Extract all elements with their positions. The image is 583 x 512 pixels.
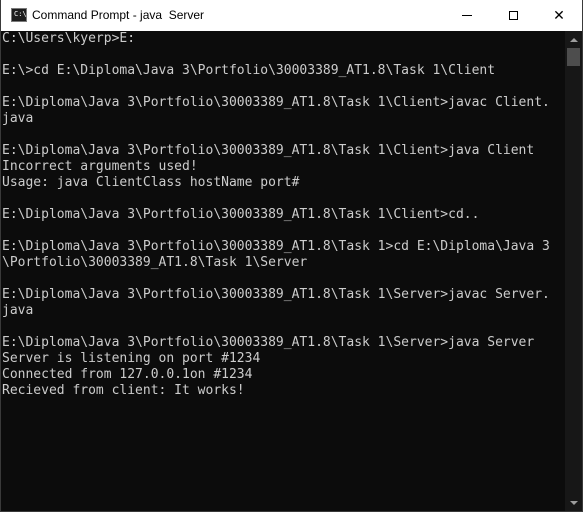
maximize-icon xyxy=(508,11,518,20)
console-line: Incorrect arguments used! xyxy=(2,159,198,174)
console-line: E:\Diploma\Java 3\Portfolio\30003389_AT1… xyxy=(2,287,550,302)
scroll-down-button[interactable] xyxy=(565,494,582,511)
vertical-scrollbar[interactable] xyxy=(565,31,582,511)
minimize-icon xyxy=(462,15,472,16)
minimize-button[interactable] xyxy=(444,0,490,31)
console-line: Connected from 127.0.0.1on #1234 xyxy=(2,367,253,382)
console-line: Server is listening on port #1234 xyxy=(2,351,261,366)
console-line: Usage: java ClientClass hostName port# xyxy=(2,175,300,190)
scroll-up-button[interactable] xyxy=(565,31,582,48)
console-line: Recieved from client: It works! xyxy=(2,383,245,398)
close-button[interactable]: ✕ xyxy=(536,0,582,31)
console-line: java xyxy=(2,303,34,318)
maximize-button[interactable] xyxy=(490,0,536,31)
console-line: E:\>cd E:\Diploma\Java 3\Portfolio\30003… xyxy=(2,63,496,78)
window-title: Command Prompt - java Server xyxy=(32,8,205,22)
console-line: \Portfolio\30003389_AT1.8\Task 1\Server xyxy=(2,255,308,270)
title-bar[interactable]: C:\ Command Prompt - java Server ✕ xyxy=(1,0,582,31)
scroll-thumb[interactable] xyxy=(567,48,580,66)
console-line: E:\Diploma\Java 3\Portfolio\30003389_AT1… xyxy=(2,207,480,222)
console-output[interactable]: C:\Users\kyerp>E: E:\>cd E:\Diploma\Java … xyxy=(2,31,565,511)
console-line: C:\Users\kyerp>E: xyxy=(2,31,136,46)
console-line: E:\Diploma\Java 3\Portfolio\30003389_AT1… xyxy=(2,239,550,254)
console-line: java xyxy=(2,111,34,126)
console-line: E:\Diploma\Java 3\Portfolio\30003389_AT1… xyxy=(2,95,550,110)
console-line: E:\Diploma\Java 3\Portfolio\30003389_AT1… xyxy=(2,335,535,350)
console-line: E:\Diploma\Java 3\Portfolio\30003389_AT1… xyxy=(2,143,535,158)
command-prompt-window: C:\ Command Prompt - java Server ✕ C:\Us… xyxy=(0,0,583,512)
scroll-up-icon xyxy=(569,37,578,42)
scroll-down-icon xyxy=(569,500,578,505)
cmd-icon-text: C:\ xyxy=(14,10,27,18)
cmd-icon[interactable]: C:\ xyxy=(11,8,27,22)
close-icon: ✕ xyxy=(553,7,565,24)
